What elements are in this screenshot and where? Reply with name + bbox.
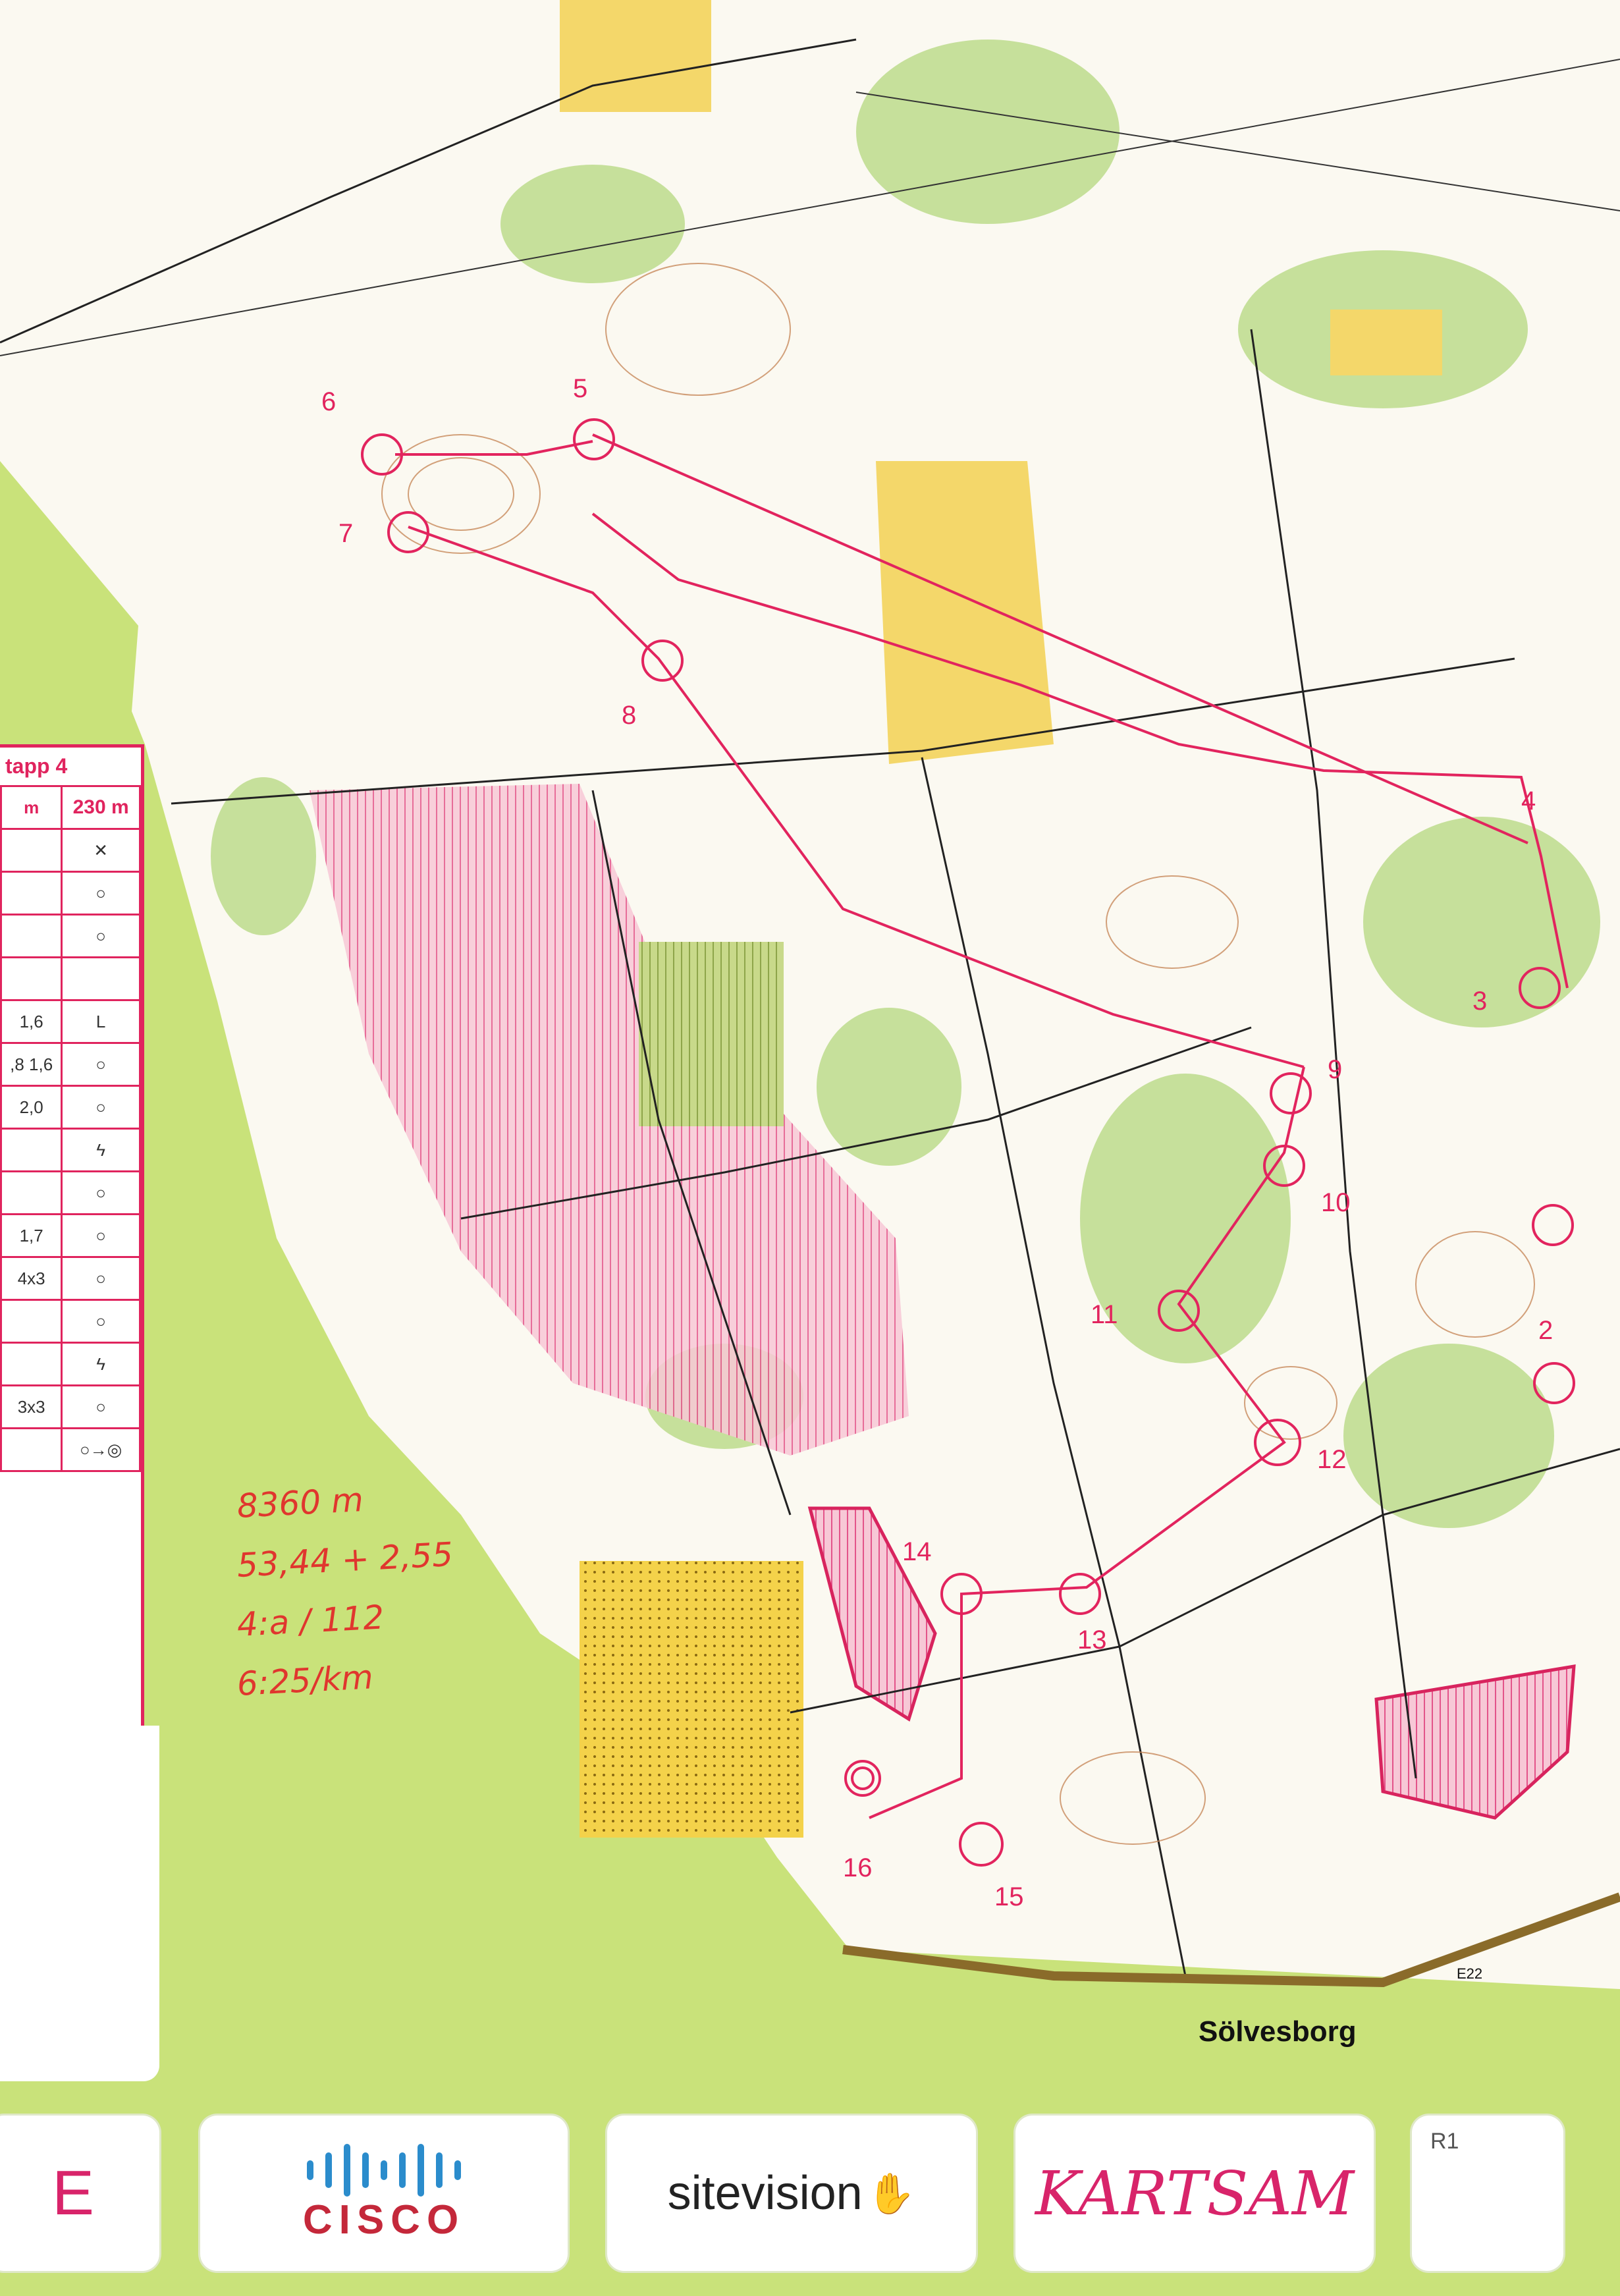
description-dim (0, 914, 63, 958)
description-dim (0, 1299, 63, 1344)
description-dim (0, 1427, 63, 1472)
hand-logo-icon: ✋ (866, 2171, 916, 2216)
description-dim (0, 956, 63, 1001)
description-row: ϟ (0, 1342, 141, 1386)
description-table: m 230 m ✕ ○ ○ 1,6 L ,8 1,6 ○ 2,0 ○ ϟ ○ 1,7 ○… (0, 785, 141, 1472)
description-symbol: ○ (61, 1085, 141, 1130)
control-description-sheet: tapp 4 m 230 m ✕ ○ ○ 1,6 L ,8 1,6 ○ 2,0 ○ ϟ… (0, 744, 144, 1732)
description-dim (0, 871, 63, 916)
description-symbol: ○ (61, 1170, 141, 1215)
description-dim: ,8 1,6 (0, 1042, 63, 1087)
description-header-row: m 230 m (0, 785, 141, 830)
handwritten-note-distance: 8360 m (236, 1480, 365, 1525)
control-number-6: 6 (321, 387, 337, 416)
sponsor-kartsam-label: KARTSAM (1035, 2158, 1355, 2229)
green-hatch-area (639, 942, 784, 1126)
road-label-e22: E22 (1457, 1965, 1483, 1982)
control-number-14: 14 (902, 1537, 932, 1566)
control-number-13: 13 (1077, 1626, 1107, 1654)
open-land-dotted (580, 1561, 803, 1838)
control-number-2: 2 (1538, 1316, 1553, 1345)
description-symbol: L (61, 999, 141, 1044)
description-row: 4x3 ○ (0, 1256, 141, 1301)
description-sheet-margin (0, 1726, 159, 2081)
description-row: 2,0 ○ (0, 1085, 141, 1130)
description-dim (0, 1342, 63, 1386)
description-symbol: ○ (61, 914, 141, 958)
description-row (0, 956, 141, 1001)
description-symbol: ○ (61, 1384, 141, 1429)
sponsor-card-kartsam: KARTSAM (1015, 2116, 1374, 2271)
description-symbol: ○→◎ (61, 1427, 141, 1472)
orienteering-map-page: 2 3 4 5 6 7 8 9 10 11 12 13 14 15 16 Söl… (0, 0, 1620, 2296)
description-row: ○ (0, 1299, 141, 1344)
description-title: tapp 4 (5, 754, 68, 778)
description-row: ○ (0, 1170, 141, 1215)
map-canvas (0, 0, 1620, 1989)
sponsor-card-r1: R1 (1412, 2116, 1563, 2271)
sponsor-cisco-label: CISCO (302, 2197, 466, 2243)
description-header-right: 230 m (61, 785, 141, 830)
description-dim (0, 828, 63, 873)
sponsor-card-sitevision: sitevision ✋ (607, 2116, 976, 2271)
description-dim: 1,7 (0, 1213, 63, 1258)
control-number-10: 10 (1321, 1188, 1351, 1217)
description-row: ,8 1,6 ○ (0, 1042, 141, 1087)
control-number-3: 3 (1472, 987, 1488, 1016)
description-row: 1,6 L (0, 999, 141, 1044)
sponsor-card-partial: E (0, 2116, 159, 2271)
description-symbol: ○ (61, 871, 141, 916)
description-dim: 1,6 (0, 999, 63, 1044)
place-label-solvesborg: Sölvesborg (1199, 2015, 1357, 2048)
description-row: ✕ (0, 828, 141, 873)
sponsor-partial-label: E (51, 2158, 95, 2228)
description-row: ○ (0, 871, 141, 916)
description-symbol: ○ (61, 1042, 141, 1087)
control-number-12: 12 (1317, 1445, 1347, 1474)
description-symbol: ○ (61, 1299, 141, 1344)
description-dim (0, 1128, 63, 1172)
description-dim (0, 1170, 63, 1215)
handwritten-note-placing: 4:a / 112 (236, 1598, 385, 1644)
description-dim: 2,0 (0, 1085, 63, 1130)
description-symbol (61, 956, 141, 1001)
sponsor-card-cisco: CISCO (200, 2116, 568, 2271)
control-number-11: 11 (1091, 1300, 1118, 1329)
sponsor-sitevision-label: sitevision (667, 2167, 863, 2220)
control-number-9: 9 (1328, 1055, 1343, 1084)
description-symbol: ○ (61, 1256, 141, 1301)
description-dim: 3x3 (0, 1384, 63, 1429)
description-row: ○→◎ (0, 1427, 141, 1472)
description-header-left: m (0, 785, 63, 830)
description-row: ϟ (0, 1128, 141, 1172)
description-row: 3x3 ○ (0, 1384, 141, 1429)
description-symbol: ○ (61, 1213, 141, 1258)
handwritten-note-pace: 6:25/km (236, 1658, 375, 1703)
cisco-logo-icon (307, 2143, 461, 2197)
control-number-16: 16 (843, 1853, 873, 1882)
description-symbol: ✕ (61, 828, 141, 873)
sponsor-r1-label: R1 (1430, 2129, 1459, 2154)
description-row: 1,7 ○ (0, 1213, 141, 1258)
control-number-15: 15 (994, 1882, 1024, 1911)
description-symbol: ϟ (61, 1128, 141, 1172)
description-dim: 4x3 (0, 1256, 63, 1301)
control-number-7: 7 (338, 519, 354, 548)
control-number-5: 5 (573, 374, 588, 403)
description-row: ○ (0, 914, 141, 958)
description-symbol: ϟ (61, 1342, 141, 1386)
control-number-8: 8 (622, 701, 637, 730)
control-number-4: 4 (1521, 786, 1536, 815)
